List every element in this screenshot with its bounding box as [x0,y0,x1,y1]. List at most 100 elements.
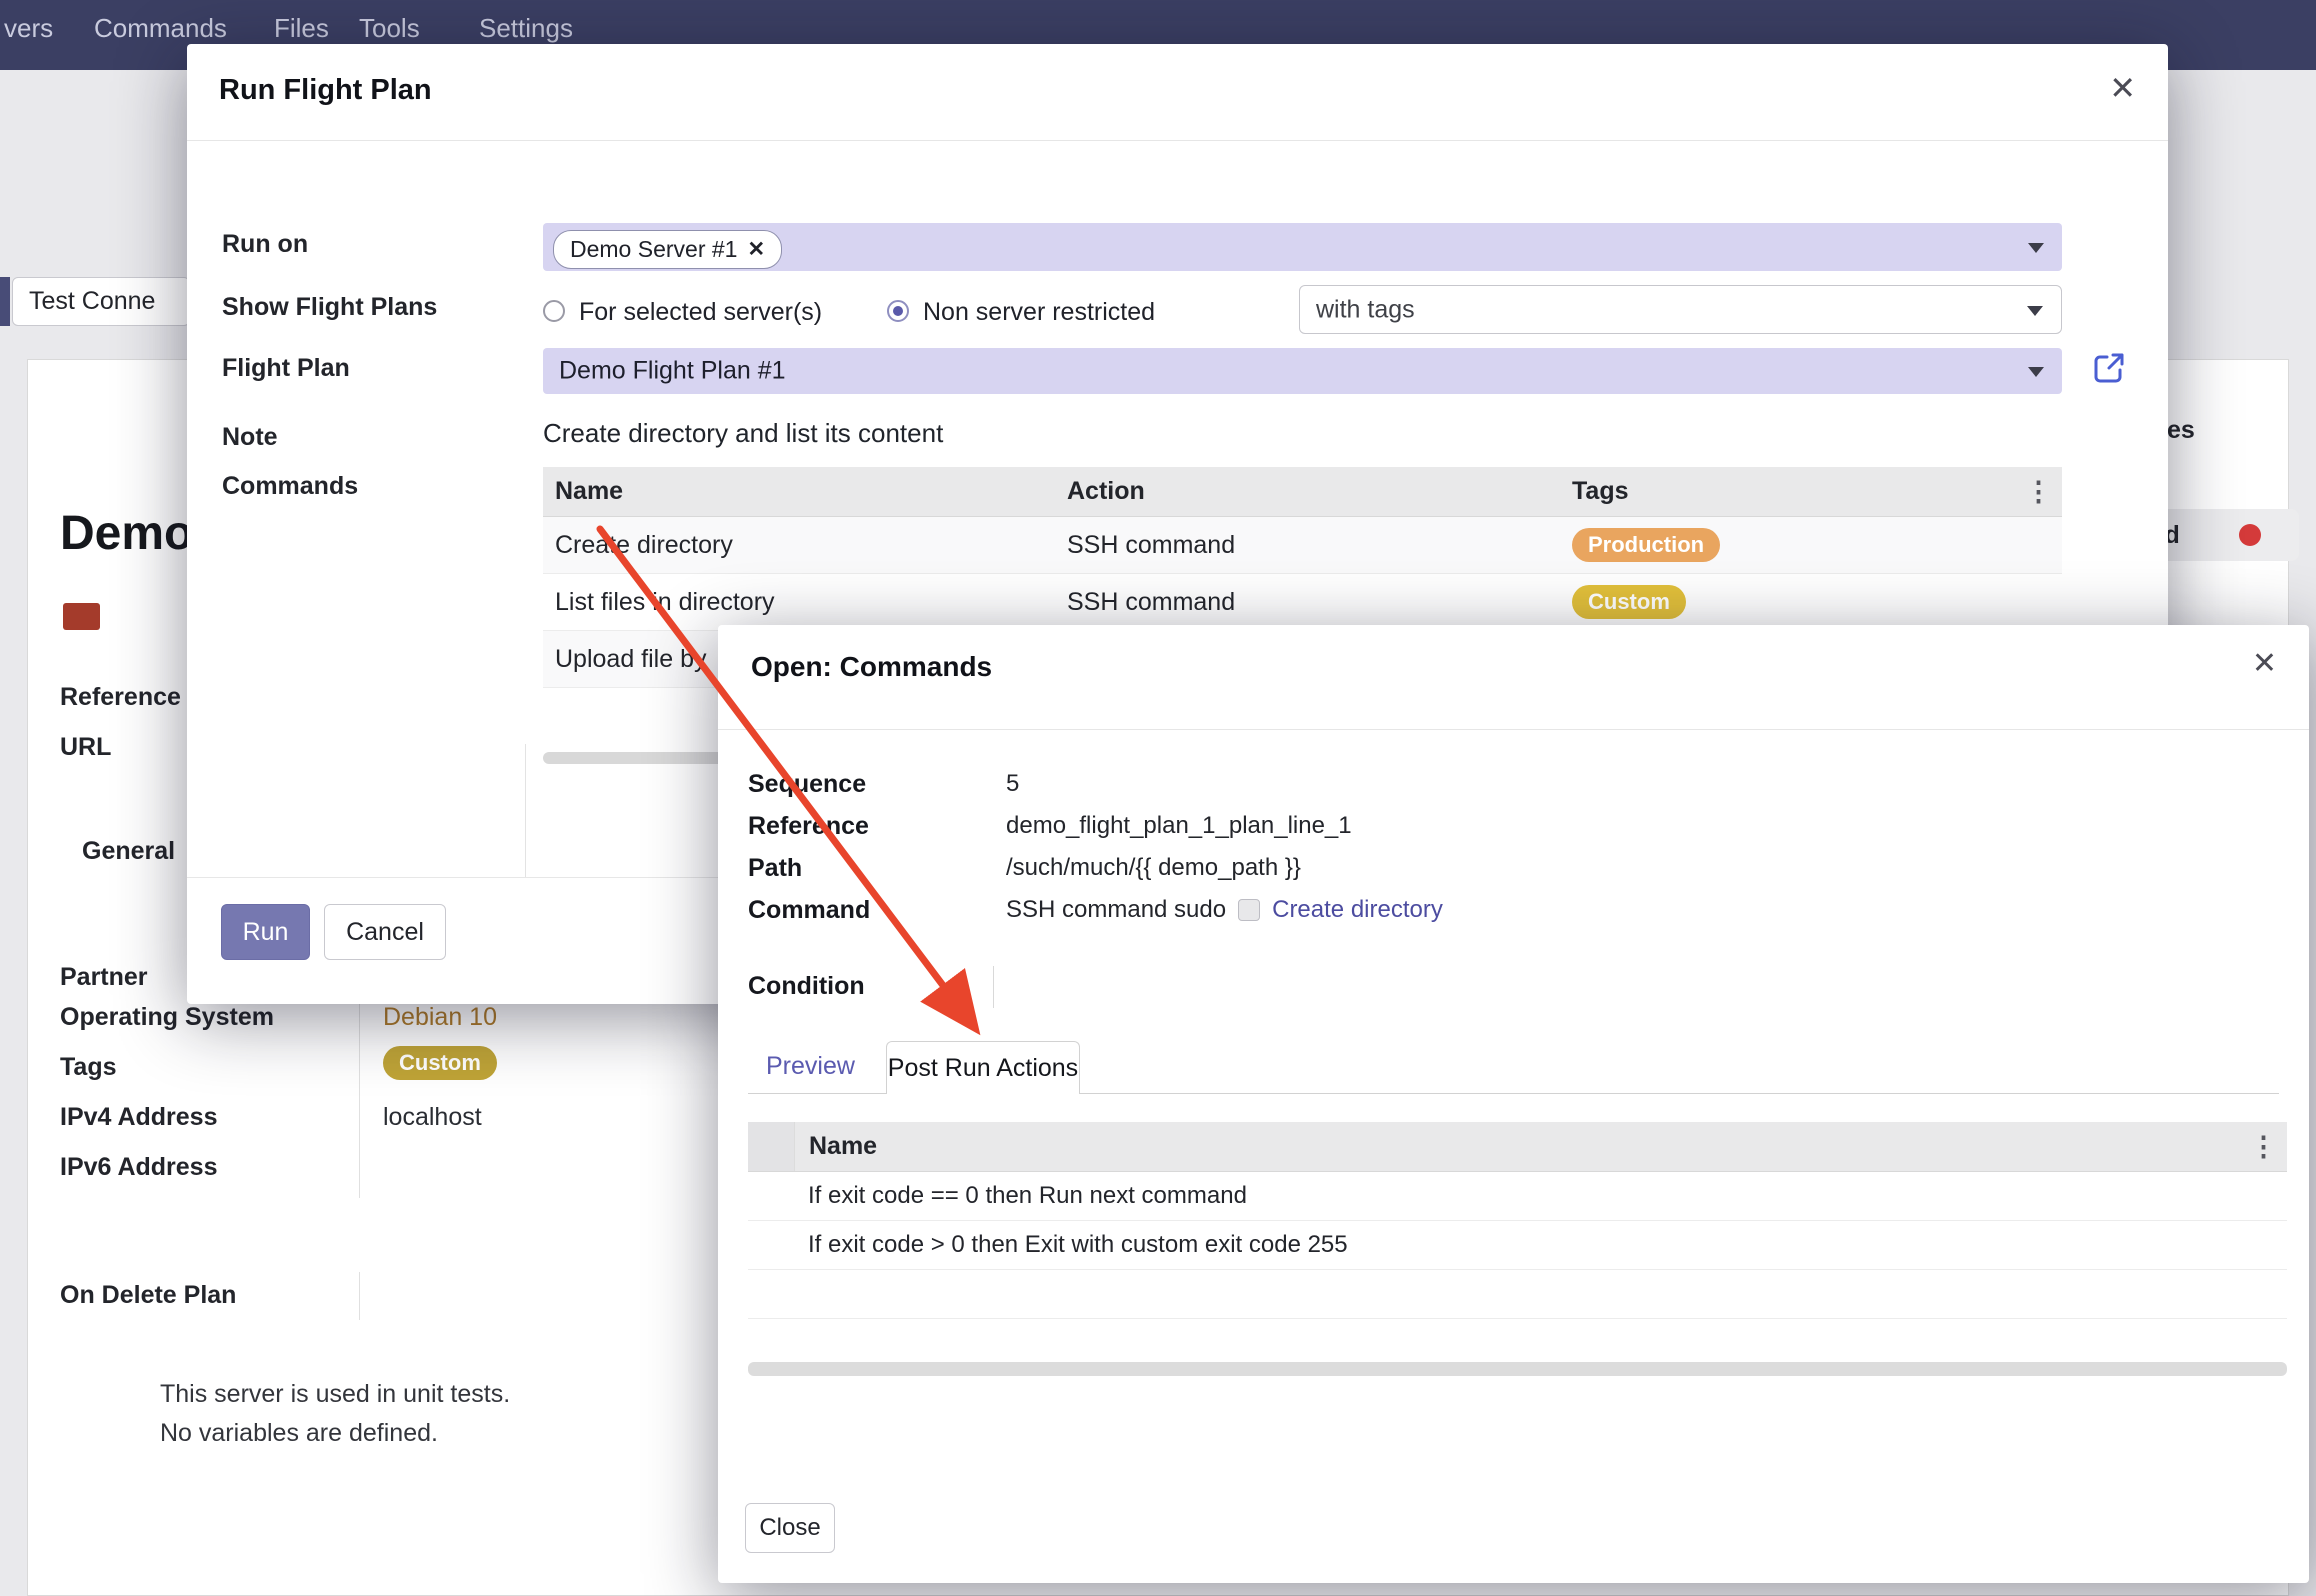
condition-field: Condition [748,972,1313,1008]
plan-description: Create directory and list its content [543,418,943,449]
status-dot [2239,524,2261,546]
tags-label: Tags [60,1053,117,1082]
path-field: Path /such/much/{{ demo_path }} [748,854,1301,883]
post-run-actions-table: Name ⋮ If exit code == 0 then Run next c… [748,1122,2287,1319]
on-delete-plan-label: On Delete Plan [60,1281,236,1310]
row-name: If exit code > 0 then Exit with custom e… [808,1231,1348,1259]
operating-system-label: Operating System [60,1003,274,1032]
table-row[interactable]: If exit code > 0 then Exit with custom e… [748,1221,2287,1270]
close-icon[interactable]: ✕ [2252,649,2277,679]
sequence-value: 5 [1006,770,1019,798]
row-name: Create directory [543,531,1055,560]
tab-general[interactable]: General [82,837,175,866]
screen: vers Commands Files Tools Settings Test … [0,0,2316,1596]
run-modal-title: Run Flight Plan [219,74,432,107]
color-tag-swatch[interactable] [63,603,100,630]
run-on-select[interactable]: Demo Server #1 ✕ [543,223,2062,271]
right-text-fragment: es [2167,416,2195,445]
col-tags-header: Tags [1560,477,2062,506]
modal-header-divider [718,729,2309,730]
chevron-down-icon[interactable] [2028,243,2044,253]
server-chip: Demo Server #1 ✕ [553,230,782,269]
nav-item-servers[interactable]: vers [4,0,53,56]
chevron-down-icon[interactable] [2027,306,2043,316]
table-row-empty [748,1270,2287,1319]
row-tag-badge: Production [1572,528,1720,562]
tab-post-run-actions[interactable]: Post Run Actions [886,1041,1080,1094]
radio-selected-servers[interactable] [543,300,565,322]
row-tag-badge: Custom [1572,585,1686,619]
ipv4-value: localhost [383,1103,482,1132]
reference-label: Reference [748,812,1006,841]
post-run-table-header: Name ⋮ [748,1122,2287,1172]
form-divider [359,1272,360,1320]
row-name: If exit code == 0 then Run next command [808,1182,1247,1210]
cut-button-fragment [0,277,10,326]
table-row[interactable]: List files in directory SSH command Cust… [543,574,2062,631]
flight-plan-select[interactable]: Demo Flight Plan #1 [543,348,2062,394]
commands-modal-title: Open: Commands [751,651,992,683]
partner-label: Partner [60,963,148,992]
operating-system-value: Debian 10 [383,1003,497,1032]
show-flight-plans-label: Show Flight Plans [222,293,437,322]
ipv6-label: IPv6 Address [60,1153,217,1182]
horizontal-scrollbar[interactable] [748,1362,2287,1376]
server-chip-label: Demo Server #1 [570,236,737,263]
command-label: Command [748,896,1006,925]
row-name: List files in directory [543,588,1055,617]
radio-selected-servers-label[interactable]: For selected server(s) [579,298,822,327]
select-column [748,1122,795,1171]
tags-badge: Custom [383,1046,497,1080]
run-on-label: Run on [222,230,308,259]
reference-label: Reference [60,683,181,712]
command-value: SSH command sudo [1006,896,1226,923]
note-label: Note [222,423,278,452]
condition-value[interactable] [993,966,1313,1008]
tab-preview[interactable]: Preview [766,1040,855,1093]
server-name-heading: Demo [60,506,193,561]
reference-value: demo_flight_plan_1_plan_line_1 [1006,812,1352,840]
table-row[interactable]: If exit code == 0 then Run next command [748,1172,2287,1221]
commands-table-header: Name Action Tags ⋮ [543,467,2062,517]
test-connection-button[interactable]: Test Conne [12,277,190,326]
radio-non-server-restricted-label[interactable]: Non server restricted [923,298,1155,327]
row-action: SSH command [1055,531,1560,560]
sequence-label: Sequence [748,770,1006,799]
commands-label: Commands [222,472,358,501]
command-checkbox[interactable] [1238,899,1260,921]
modal-header-divider [187,140,2168,141]
col-name-header: Name [543,477,1055,506]
flight-plan-label: Flight Plan [222,354,350,383]
ipv4-label: IPv4 Address [60,1103,217,1132]
open-commands-modal: Open: Commands ✕ Sequence 5 Reference de… [718,625,2309,1583]
url-label: URL [60,733,111,762]
content-divider [525,744,526,877]
table-options-icon[interactable]: ⋮ [2250,1131,2277,1162]
col-name-header: Name [795,1132,2287,1161]
with-tags-select[interactable]: with tags [1299,285,2062,334]
condition-label: Condition [748,972,993,1001]
command-field: Command SSH command sudo Create directory [748,896,1443,925]
run-button[interactable]: Run [221,904,310,960]
table-row[interactable]: Create directory SSH command Production [543,517,2062,574]
chevron-down-icon[interactable] [2028,367,2044,377]
external-link-icon[interactable] [2091,350,2127,386]
close-icon[interactable]: ✕ [2109,72,2136,104]
path-value: /such/much/{{ demo_path }} [1006,854,1301,882]
row-action: SSH command [1055,588,1560,617]
notebook-tabs: Preview Post Run Actions [718,1040,2309,1096]
path-label: Path [748,854,1006,883]
col-action-header: Action [1055,477,1560,506]
flight-plan-value: Demo Flight Plan #1 [559,357,786,386]
unit-test-note: This server is used in unit tests. [160,1380,510,1409]
table-options-icon[interactable]: ⋮ [2025,476,2052,507]
radio-non-server-restricted[interactable] [887,300,909,322]
variables-note: No variables are defined. [160,1419,438,1448]
cancel-button[interactable]: Cancel [324,904,446,960]
create-directory-link[interactable]: Create directory [1272,896,1443,923]
with-tags-value: with tags [1316,295,1415,324]
reference-field: Reference demo_flight_plan_1_plan_line_1 [748,812,1352,841]
chip-remove-icon[interactable]: ✕ [747,237,765,262]
sequence-field: Sequence 5 [748,770,1019,799]
close-button[interactable]: Close [745,1503,835,1553]
